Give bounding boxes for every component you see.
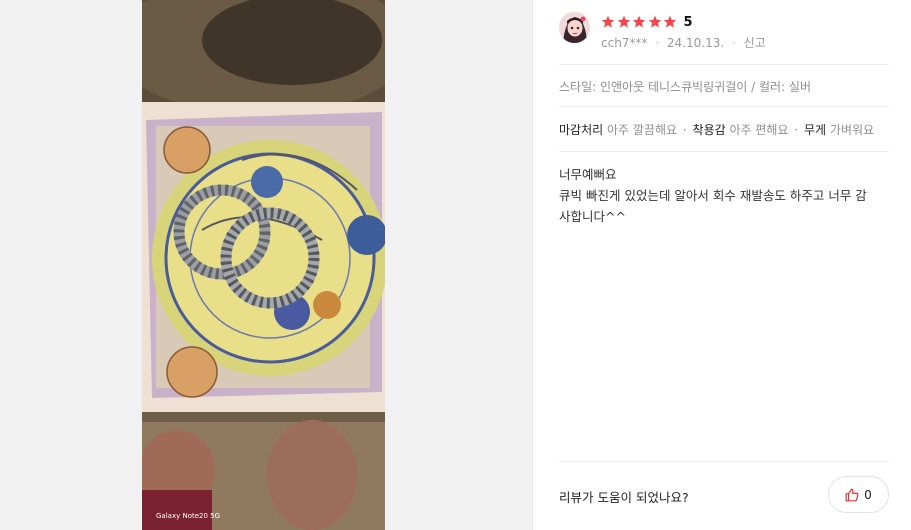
star-icon [617,15,630,28]
photo-pane: Galaxy Note20 5G [0,0,533,530]
review-meta: cch7*** · 24.10.13. · 신고 [601,34,766,51]
review-photo[interactable]: Galaxy Note20 5G [142,0,385,530]
star-icon [601,15,615,28]
meta-separator: · [732,36,736,50]
review-attributes: 마감처리 아주 깔끔해요 · 착용감 아주 편해요 · 무게 가벼워요 [559,121,874,138]
attribute-key: 착용감 [692,123,726,137]
attribute-value: 가벼워요 [829,123,875,137]
divider [559,64,889,65]
rating-value: 5 [683,14,693,30]
review-header: 5 cch7*** · 24.10.13. · 신고 [559,12,889,54]
review-date: 24.10.13. [666,36,725,50]
meta-separator: · [655,36,660,50]
author-id: cch7*** [601,36,648,50]
star-rating: 5 [601,14,693,30]
helpful-count: 0 [864,487,872,502]
review-body: 너무예뻐요 큐빅 빠진게 있었는데 알아서 회수 재발송도 하주고 너무 감 사… [559,164,889,227]
review-detail-pane: 5 cch7*** · 24.10.13. · 신고 스타일: 인앤아웃 테니스… [534,0,911,530]
helpful-button[interactable]: 0 [828,476,889,513]
attribute-value: 아주 편해요 [729,123,789,137]
review-line: 너무예뻐요 [559,167,617,182]
divider [559,106,889,107]
review-modal: Galaxy Note20 5G 5 cch7*** · 24.10.13. ·… [0,0,911,530]
avatar [559,12,590,43]
attribute-separator: · [682,123,687,137]
thumbs-up-icon [845,488,859,501]
attribute-value: 아주 깔끔해요 [607,123,678,137]
attribute-separator: · [794,123,799,137]
purchase-option: 스타일: 인앤아웃 테니스큐빅링귀걸이 / 컬러: 실버 [559,80,812,94]
star-icon [663,15,677,28]
review-line: 사합니다^^ [559,209,626,224]
report-link[interactable]: 신고 [744,36,766,50]
helpful-question: 리뷰가 도움이 되었나요? [559,490,689,505]
attribute-key: 무게 [804,123,827,137]
photo-caption: Galaxy Note20 5G [156,512,221,520]
divider [559,461,889,462]
divider [559,151,889,152]
star-icon [632,15,646,28]
review-line: 큐빅 빠진게 있었는데 알아서 회수 재발송도 하주고 너무 감 [559,188,867,203]
star-icon [648,15,661,28]
attribute-key: 마감처리 [559,123,604,137]
